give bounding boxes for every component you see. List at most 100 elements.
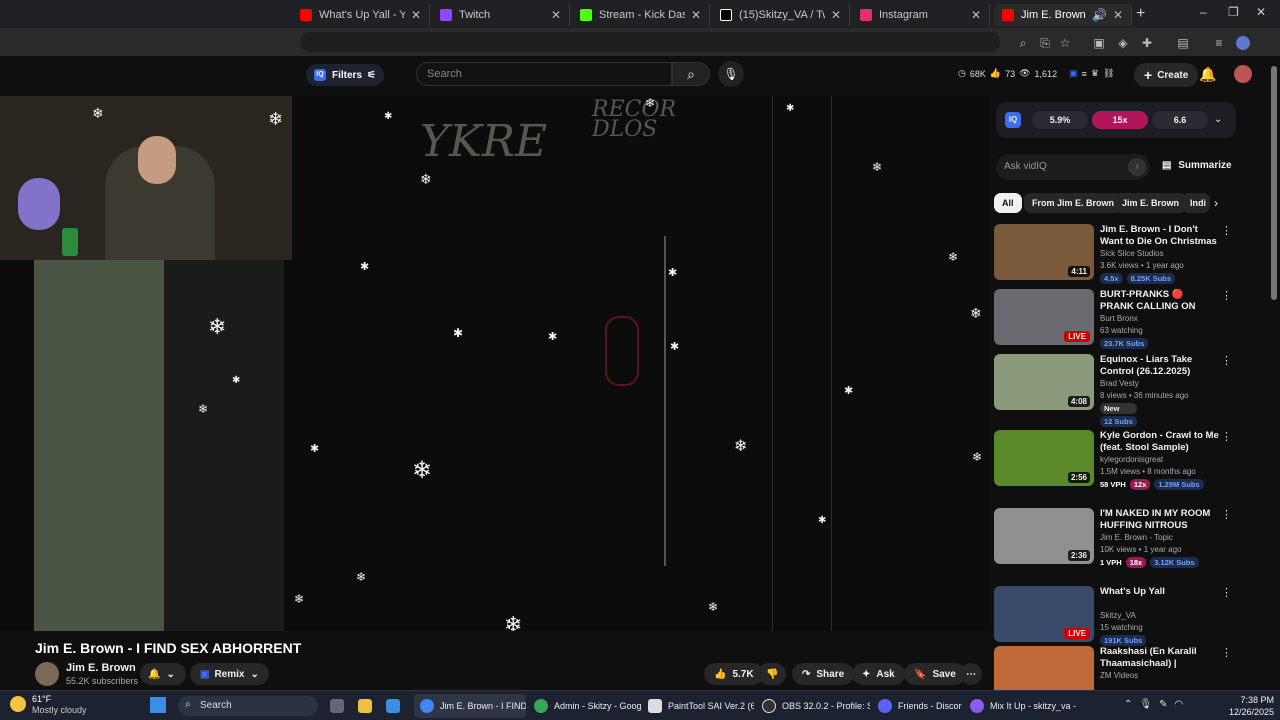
tab-instagram[interactable]: Instagram ✕	[852, 4, 990, 26]
scrollbar-thumb[interactable]	[1271, 66, 1277, 300]
minimize-button[interactable]: –	[1200, 5, 1207, 19]
send-icon[interactable]: ›	[1128, 158, 1146, 176]
recommendation-channel[interactable]: Jim E. Brown - Topic	[1100, 533, 1173, 542]
pen-icon[interactable]: ✎	[1159, 699, 1174, 710]
user-avatar[interactable]	[1234, 65, 1252, 83]
file-explorer-icon[interactable]	[358, 694, 378, 718]
recommendation-title[interactable]: What's Up Yall	[1100, 586, 1220, 598]
close-icon[interactable]: ✕	[551, 8, 561, 22]
search-button[interactable]: ⌕	[672, 62, 710, 86]
system-clock[interactable]: 7:38 PM 12/26/2025	[1224, 694, 1274, 718]
summarize-button[interactable]: ▤ Summarize	[1162, 160, 1232, 171]
close-icon[interactable]: ✕	[411, 8, 421, 22]
more-vertical-icon[interactable]: ⋮	[1221, 354, 1232, 367]
address-bar[interactable]	[300, 32, 1000, 52]
subscribe-bell-button[interactable]: 🔔 ⌄	[140, 663, 186, 685]
tab-jim-e-brown[interactable]: Jim E. Brown - I FIND 🔊 ✕	[994, 4, 1132, 26]
recommendation-title[interactable]: Kyle Gordon - Crawl to Me (feat. Stool S…	[1100, 430, 1220, 454]
recommendation-item[interactable]: 4:08 Equinox - Liars Take Control (26.12…	[994, 354, 1238, 427]
vidiq-icon[interactable]: ▣	[1069, 68, 1078, 79]
video-thumbnail[interactable]: 2:56	[994, 430, 1094, 486]
recommendation-item[interactable]: 4:11 Jim E. Brown - I Don't Want to Die …	[994, 224, 1238, 286]
notifications-bell-icon[interactable]: 🔔	[1199, 66, 1216, 83]
close-icon[interactable]: ✕	[831, 8, 841, 22]
more-actions-button[interactable]: ⋯	[960, 663, 982, 685]
chip-more[interactable]: Indi	[1182, 193, 1210, 213]
close-icon[interactable]: ✕	[1113, 8, 1123, 22]
recommendation-channel[interactable]: Sick Slice Studios	[1100, 249, 1164, 258]
more-vertical-icon[interactable]: ⋮	[1221, 586, 1232, 599]
save-button[interactable]: 🔖 Save	[904, 663, 966, 685]
puzzle-icon[interactable]: ✚	[1140, 36, 1154, 50]
recommendation-channel[interactable]: Burt Bronx	[1100, 314, 1138, 323]
bookmark-star-icon[interactable]: ☆	[1058, 36, 1072, 50]
recommendation-channel[interactable]: ZM Videos	[1100, 671, 1138, 680]
video-thumbnail[interactable]: 4:11	[994, 224, 1094, 280]
speaker-icon[interactable]: 🔊	[1092, 8, 1107, 22]
chevron-right-icon[interactable]: ›	[1214, 196, 1218, 210]
recommendation-channel[interactable]: Brad Vesty	[1100, 379, 1139, 388]
close-icon[interactable]: ✕	[971, 8, 981, 22]
channel-avatar[interactable]	[35, 662, 59, 686]
recommendation-item[interactable]: 2:56 Kyle Gordon - Crawl to Me (feat. St…	[994, 430, 1238, 492]
taskbar-app-discord[interactable]: Friends - Discord	[878, 694, 962, 718]
taskbar-app-obs[interactable]: OBS 32.0.2 - Profile: St	[762, 694, 870, 718]
tab-twitch[interactable]: Twitch ✕	[432, 4, 570, 26]
extension-icon[interactable]: ◈	[1116, 36, 1130, 50]
vidiq-icon[interactable]: IQ	[1005, 112, 1021, 128]
share-button[interactable]: ↷ Share	[792, 663, 855, 685]
recommendation-item[interactable]: LIVE What's Up Yall Skitzy_VA 15 watchin…	[994, 586, 1238, 648]
video-thumbnail[interactable]: LIVE	[994, 289, 1094, 345]
taskbar-app-mixitup[interactable]: Mix It Up - skitzy_va -	[970, 694, 1078, 718]
zoom-icon[interactable]: ⌕	[1016, 36, 1030, 50]
menu-icon[interactable]: ≡	[1082, 69, 1087, 79]
new-tab-button[interactable]: +	[1136, 5, 1145, 23]
recommendation-channel[interactable]: kylegordonisgreat	[1100, 455, 1163, 464]
taskbar-search[interactable]: ⌕ Search	[178, 696, 318, 716]
link-icon[interactable]: ⛓	[1103, 68, 1114, 79]
tab-whats-up-yall[interactable]: What's Up Yall - YouTube ✕	[292, 4, 430, 26]
video-thumbnail[interactable]: 4:08	[994, 354, 1094, 410]
recommendation-item[interactable]: Raakshasi (En Karalil Thaamasichaal) | A…	[994, 646, 1238, 690]
close-window-button[interactable]: ✕	[1256, 5, 1266, 19]
chevron-up-icon[interactable]: ⌃	[1124, 699, 1139, 710]
more-vertical-icon[interactable]: ⋮	[1221, 224, 1232, 237]
video-thumbnail[interactable]: 2:36	[994, 508, 1094, 564]
taskbar-app-chrome-admin[interactable]: Admin - Skitzy - Goog	[534, 694, 642, 718]
sidebar-icon[interactable]: ▤	[1176, 36, 1190, 50]
recommendation-title[interactable]: Equinox - Liars Take Control (26.12.2025…	[1100, 354, 1220, 378]
maximize-button[interactable]: ❐	[1228, 5, 1239, 19]
remix-button[interactable]: ▣ Remix ⌄	[190, 663, 269, 685]
recommendation-item[interactable]: LIVE BURT-PRANKS 🔴 PRANK CALLING ON BOXI…	[994, 289, 1238, 351]
dislike-button[interactable]: 👎	[758, 663, 787, 685]
chip-channel[interactable]: Jim E. Brown	[1114, 193, 1188, 213]
tab-tiktok[interactable]: (15)Skitzy_VA / Twitch and ✕	[712, 4, 850, 26]
video-thumbnail[interactable]	[994, 646, 1094, 690]
microphone-icon[interactable]: 🎙	[1139, 699, 1159, 710]
voice-search-button[interactable]: 🎙	[718, 61, 744, 87]
recommendation-title[interactable]: BURT-PRANKS 🔴 PRANK CALLING ON BOXING DA…	[1100, 289, 1220, 313]
close-icon[interactable]: ✕	[691, 8, 701, 22]
filters-button[interactable]: IQ Filters ⚟	[306, 64, 384, 86]
windows-start-icon[interactable]	[150, 697, 166, 713]
create-button[interactable]: + Create	[1134, 63, 1199, 87]
recommendation-title[interactable]: Raakshasi (En Karalil Thaamasichaal) | A…	[1100, 646, 1220, 670]
task-view-icon[interactable]	[330, 694, 350, 718]
video-thumbnail[interactable]: LIVE	[994, 586, 1094, 642]
taskbar-app-chrome[interactable]: Jim E. Brown - I FIND S	[414, 694, 526, 718]
ask-button[interactable]: ✦ Ask	[852, 663, 905, 685]
taskbar-app-painttool[interactable]: PaintTool SAI Ver.2 (64	[648, 694, 754, 718]
more-vertical-icon[interactable]: ⋮	[1221, 289, 1232, 302]
media-icon[interactable]: ≡	[1212, 36, 1226, 50]
more-vertical-icon[interactable]: ⋮	[1221, 430, 1232, 443]
chip-all[interactable]: All	[994, 193, 1022, 213]
ask-vidiq-input[interactable]: Ask vidIQ	[996, 154, 1150, 180]
search-input[interactable]: Search	[416, 62, 672, 86]
channel-name[interactable]: Jim E. Brown	[66, 662, 136, 674]
tab-kick-dashboard[interactable]: Stream - Kick Dashboard ✕	[572, 4, 710, 26]
recommendation-channel[interactable]: Skitzy_VA	[1100, 611, 1136, 620]
trophy-icon[interactable]: ♛	[1091, 68, 1099, 79]
video-player[interactable]: YKRE RECOR DLOS ❄ ❄ ✱ ✱ ❄ ✱ ❄ ❄ ✱ ✱ ❄ ❄ …	[0, 96, 990, 631]
install-icon[interactable]: ⎘	[1038, 36, 1052, 50]
extension-icon[interactable]: ▣	[1092, 36, 1106, 50]
